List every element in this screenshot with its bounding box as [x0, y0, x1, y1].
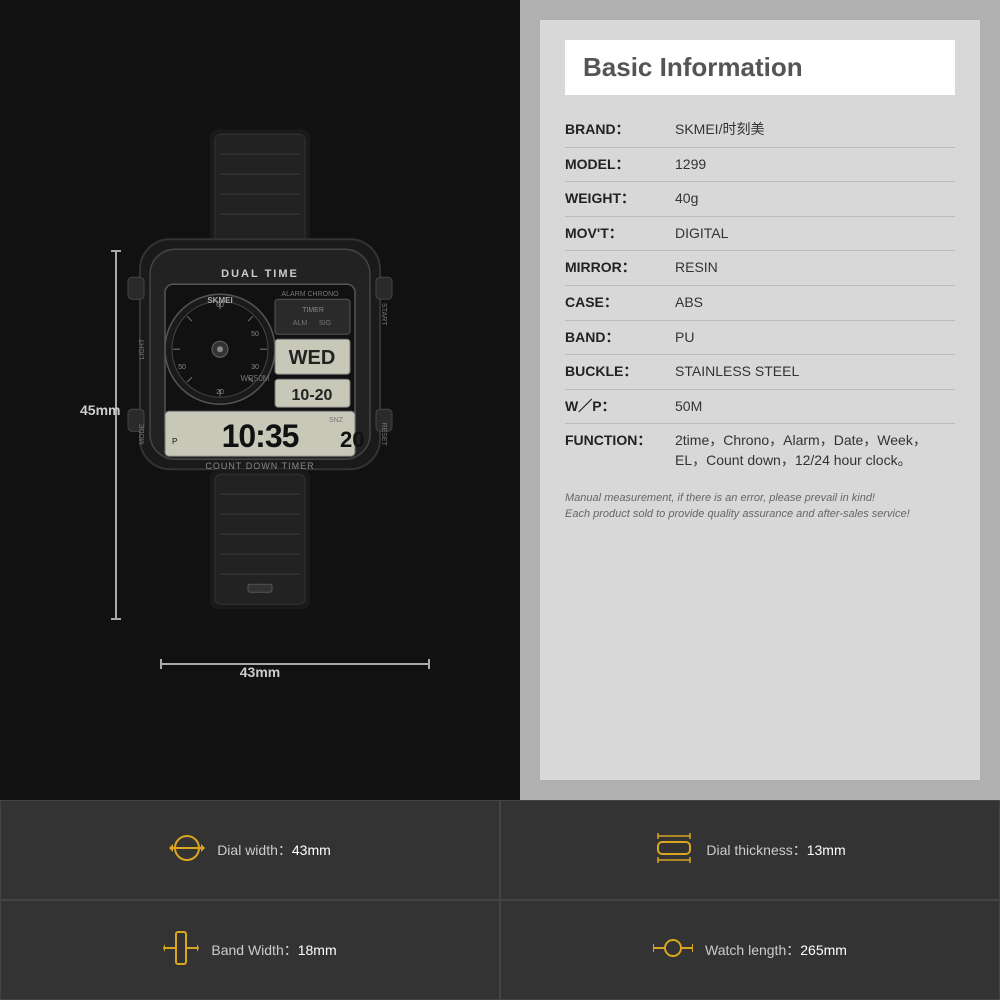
info-row-value: 40g [675, 189, 955, 209]
svg-text:START: START [380, 303, 387, 326]
spec-band-width-value: 18mm [298, 942, 337, 958]
dimension-line-horizontal [160, 663, 430, 665]
svg-text:SIG: SIG [319, 320, 331, 327]
svg-text:SNZ: SNZ [329, 417, 344, 424]
info-disclaimer: Manual measurement, if there is an error… [565, 490, 955, 523]
info-row: CASE：ABS [565, 286, 955, 321]
info-row: BAND：PU [565, 321, 955, 356]
info-row-value: PU [675, 328, 955, 348]
watch-illustration: DUAL TIME 60 [100, 129, 420, 649]
info-panel: Basic Information BRAND：SKMEI/时刻美MODEL：1… [520, 0, 1000, 800]
info-row-value: ABS [675, 293, 955, 313]
dial-width-icon [169, 830, 205, 871]
svg-text:LIGHT: LIGHT [139, 338, 146, 359]
svg-text:20: 20 [340, 427, 364, 452]
svg-text:10:35: 10:35 [222, 418, 299, 454]
bottom-row-2: Band Width：18mm Watch length：265mm [0, 900, 1000, 1000]
info-row: BUCKLE：STAINLESS STEEL [565, 355, 955, 390]
svg-text:50: 50 [178, 364, 186, 371]
band-width-icon [163, 930, 199, 971]
spec-band-width: Band Width：18mm [0, 900, 500, 1000]
spec-watch-length-text: Watch length：265mm [705, 940, 847, 960]
svg-text:20: 20 [216, 389, 224, 396]
svg-text:MODE: MODE [139, 423, 146, 444]
info-row: MOV'T：DIGITAL [565, 217, 955, 252]
info-title: Basic Information [583, 52, 937, 83]
info-row: BRAND：SKMEI/时刻美 [565, 113, 955, 148]
info-row-label: MODEL： [565, 155, 675, 175]
info-card: Basic Information BRAND：SKMEI/时刻美MODEL：1… [540, 20, 980, 780]
info-row-value: DIGITAL [675, 224, 955, 244]
info-row-value: 2time，Chrono，Alarm，Date，Week，EL，Count do… [675, 431, 955, 470]
spec-dial-width-value: 43mm [292, 842, 331, 858]
info-row-label: BRAND： [565, 120, 675, 140]
info-row-label: W／P： [565, 397, 675, 417]
info-row-value: 50M [675, 397, 955, 417]
spec-dial-width: Dial width：43mm [0, 800, 500, 900]
main-area: 45mm [0, 0, 1000, 800]
spec-dial-thickness-text: Dial thickness：13mm [706, 840, 845, 860]
info-title-box: Basic Information [565, 40, 955, 95]
svg-text:10-20: 10-20 [292, 387, 333, 404]
info-row: MODEL：1299 [565, 148, 955, 183]
dial-thickness-icon [654, 830, 694, 871]
svg-text:WR50M: WR50M [241, 374, 270, 383]
svg-text:WED: WED [289, 347, 336, 369]
info-row: FUNCTION：2time，Chrono，Alarm，Date，Week，EL… [565, 424, 955, 477]
svg-text:ALARM CHRONO: ALARM CHRONO [281, 291, 339, 298]
info-row-label: CASE： [565, 293, 675, 313]
svg-text:50: 50 [251, 331, 259, 338]
spec-dial-thickness-value: 13mm [807, 842, 846, 858]
info-row-value: 1299 [675, 155, 955, 175]
info-row-label: FUNCTION： [565, 431, 675, 451]
info-row: WEIGHT：40g [565, 182, 955, 217]
spec-band-width-text: Band Width：18mm [211, 940, 336, 960]
info-row: W／P：50M [565, 390, 955, 425]
info-row-label: MIRROR： [565, 258, 675, 278]
svg-text:30: 30 [251, 364, 259, 371]
info-row: MIRROR：RESIN [565, 251, 955, 286]
bottom-bar: Dial width：43mm Dial thickness：13mm [0, 800, 1000, 1000]
watch-length-icon [653, 930, 693, 971]
bottom-row-1: Dial width：43mm Dial thickness：13mm [0, 800, 1000, 900]
svg-text:TIMER: TIMER [302, 307, 324, 314]
info-row-label: WEIGHT： [565, 189, 675, 209]
spec-dial-width-text: Dial width：43mm [217, 840, 331, 860]
info-row-label: BUCKLE： [565, 362, 675, 382]
spec-watch-length-value: 265mm [800, 942, 847, 958]
info-row-value: RESIN [675, 258, 955, 278]
info-row-value: STAINLESS STEEL [675, 362, 955, 382]
svg-text:P: P [172, 437, 177, 446]
svg-text:SKMEI: SKMEI [207, 296, 232, 305]
info-row-label: BAND： [565, 328, 675, 348]
svg-text:RESET: RESET [380, 423, 387, 447]
spec-watch-length: Watch length：265mm [500, 900, 1000, 1000]
watch-area: 45mm [0, 0, 520, 800]
watch-container: 45mm [60, 100, 460, 720]
info-rows-container: BRAND：SKMEI/时刻美MODEL：1299WEIGHT：40gMOV'T… [565, 113, 955, 478]
info-row-label: MOV'T： [565, 224, 675, 244]
svg-text:DUAL TIME: DUAL TIME [221, 268, 299, 280]
info-row-value: SKMEI/时刻美 [675, 120, 955, 140]
spec-dial-thickness: Dial thickness：13mm [500, 800, 1000, 900]
svg-text:ALM: ALM [293, 320, 308, 327]
dimension-width-label: 43mm [240, 664, 280, 680]
